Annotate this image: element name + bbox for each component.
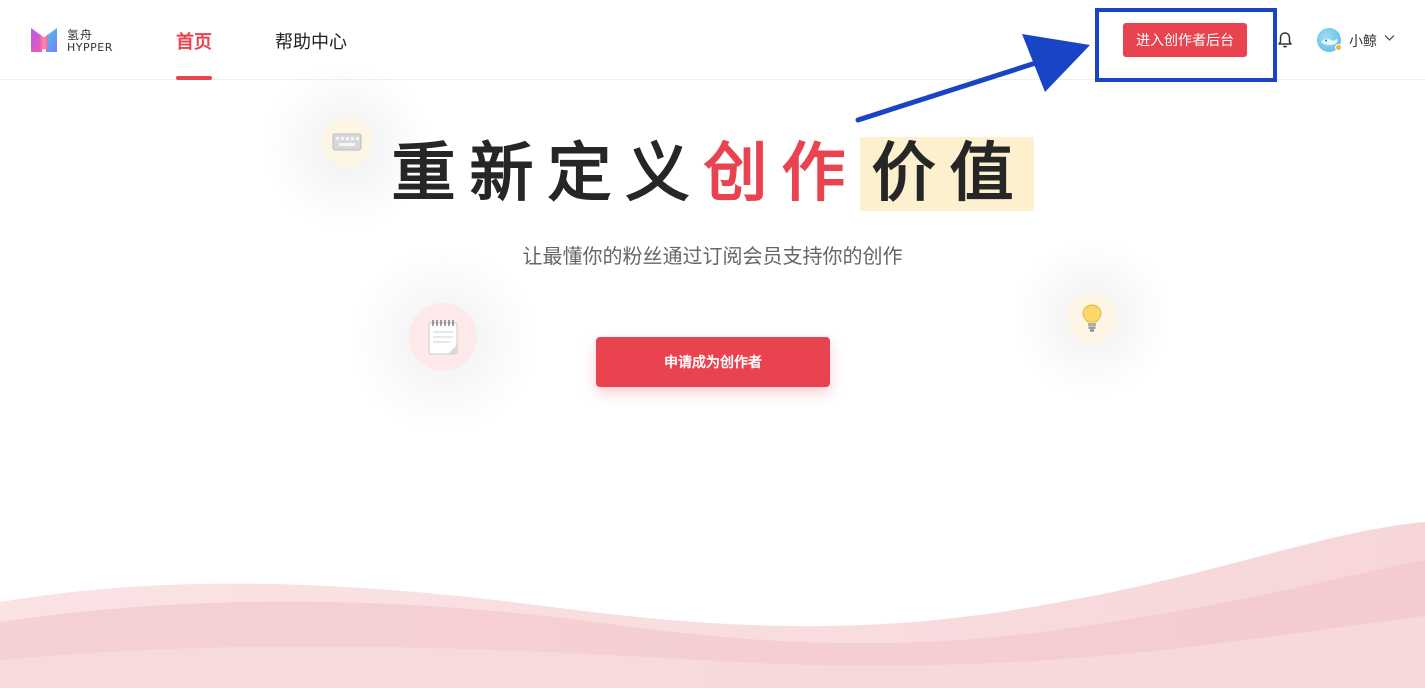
hero-title-part1: 重新定义	[391, 137, 704, 211]
chevron-down-icon[interactable]	[1384, 34, 1395, 42]
nav-help-center[interactable]: 帮助中心	[275, 28, 347, 54]
hero-title: 重新定义创作 价值	[0, 132, 1425, 216]
nav-home[interactable]: 首页	[176, 28, 212, 54]
page: 氢舟 HYPPER 首页 帮助中心 进入创作者后台 小鲸 重新定义创作 价值 让…	[0, 0, 1425, 688]
logo-mark-icon	[31, 28, 57, 52]
logo-text-en: HYPPER	[67, 41, 113, 54]
bell-icon[interactable]	[1276, 31, 1294, 49]
enter-creator-backend-button[interactable]: 进入创作者后台	[1123, 23, 1247, 57]
nav-active-indicator	[176, 76, 212, 80]
lightbulb-icon	[1082, 304, 1102, 332]
user-name[interactable]: 小鲸	[1349, 31, 1377, 51]
hero-title-highlight: 价值	[859, 137, 1034, 211]
status-badge	[1335, 44, 1342, 51]
top-header: 氢舟 HYPPER 首页 帮助中心 进入创作者后台 小鲸	[0, 0, 1425, 80]
hero-subtitle: 让最懂你的粉丝通过订阅会员支持你的创作	[522, 244, 903, 268]
lightbulb-bubble	[1067, 293, 1117, 343]
apply-creator-button[interactable]: 申请成为创作者	[596, 337, 830, 387]
notepad-icon	[428, 320, 458, 355]
notepad-bubble	[409, 303, 477, 371]
decorative-waves	[0, 522, 1425, 688]
brand-logo[interactable]: 氢舟 HYPPER	[30, 24, 120, 56]
hero-title-accent: 创作	[703, 137, 860, 211]
